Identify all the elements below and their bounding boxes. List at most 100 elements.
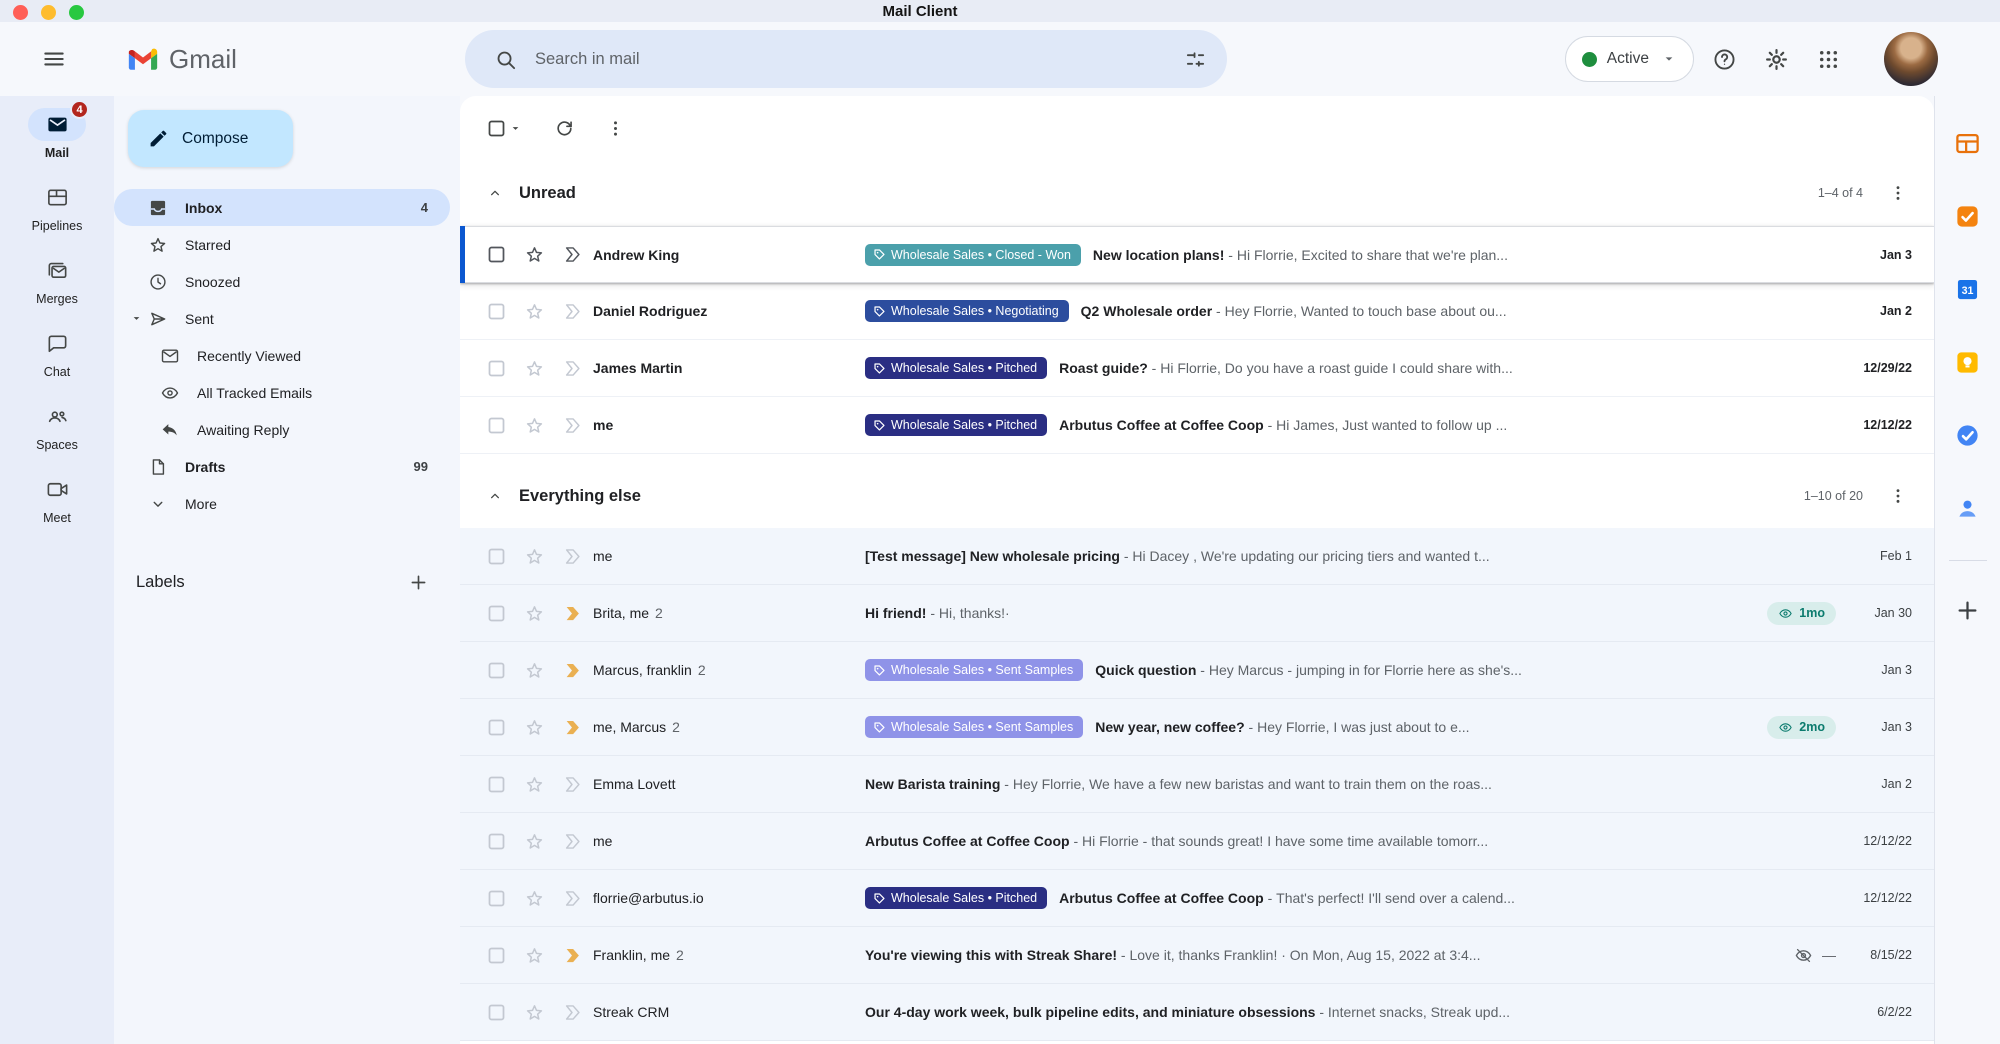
pipeline-stage-badge[interactable]: Wholesale Sales • Closed - Won [865,244,1081,266]
streak-box-icon[interactable] [562,1002,583,1023]
star-icon[interactable] [524,301,545,322]
rail-item-mail[interactable]: 4Mail [28,108,86,160]
sidebar-item-drafts[interactable]: Drafts99 [114,448,450,485]
search-input[interactable] [527,50,1173,69]
streak-box-icon[interactable] [562,774,583,795]
email-row[interactable]: me[Test message] New wholesale pricing -… [460,528,1934,585]
rail-item-merges[interactable]: Merges [28,254,86,306]
email-row[interactable]: Brita, me2Hi friend! - Hi, thanks!·1moJa… [460,585,1934,642]
rail-item-spaces[interactable]: Spaces [28,400,86,452]
row-checkbox[interactable] [486,774,507,795]
row-checkbox[interactable] [486,603,507,624]
pipeline-stage-badge[interactable]: Wholesale Sales • Sent Samples [865,716,1083,738]
collapse-section-icon[interactable] [486,487,504,505]
row-checkbox[interactable] [486,1002,507,1023]
sidebar-item-snoozed[interactable]: Snoozed [114,263,450,300]
help-icon[interactable] [1702,37,1746,81]
rail-item-pipelines[interactable]: Pipelines [28,181,86,233]
email-row[interactable]: Andrew KingWholesale Sales • Closed - Wo… [460,226,1934,283]
email-row[interactable]: Streak CRMOur 4-day work week, bulk pipe… [460,984,1934,1041]
pipeline-stage-badge[interactable]: Wholesale Sales • Pitched [865,887,1047,909]
star-icon[interactable] [524,546,545,567]
sidebar-item-more[interactable]: More [114,485,450,522]
streak-box-icon[interactable] [562,660,583,681]
row-checkbox[interactable] [486,415,507,436]
streak-tasks-icon[interactable] [1947,195,1989,237]
expander-caret-icon[interactable] [124,310,148,327]
keep-icon[interactable] [1947,341,1989,383]
row-checkbox[interactable] [486,244,507,265]
star-icon[interactable] [524,1002,545,1023]
streak-box-icon[interactable] [562,603,583,624]
email-row[interactable]: James MartinWholesale Sales • PitchedRoa… [460,340,1934,397]
row-checkbox[interactable] [486,831,507,852]
select-dropdown-icon[interactable] [507,120,524,137]
streak-pipelines-icon[interactable] [1947,122,1989,164]
streak-box-icon[interactable] [562,546,583,567]
tasks-icon[interactable] [1947,414,1989,456]
user-avatar[interactable] [1884,32,1938,86]
sidebar-item-starred[interactable]: Starred [114,226,450,263]
pipelines-icon[interactable] [28,181,86,214]
section-more-icon[interactable] [1878,183,1918,203]
rail-item-chat[interactable]: Chat [28,327,86,379]
star-icon[interactable] [524,603,545,624]
search-bar[interactable] [465,30,1227,88]
mail-icon[interactable]: 4 [28,108,86,141]
star-icon[interactable] [524,888,545,909]
email-row[interactable]: meArbutus Coffee at Coffee Coop - Hi Flo… [460,813,1934,870]
star-icon[interactable] [524,660,545,681]
row-checkbox[interactable] [486,660,507,681]
star-icon[interactable] [524,244,545,265]
streak-box-icon[interactable] [562,831,583,852]
pipeline-stage-badge[interactable]: Wholesale Sales • Pitched [865,357,1047,379]
pipeline-stage-badge[interactable]: Wholesale Sales • Negotiating [865,300,1069,322]
sidebar-item-recently-viewed[interactable]: Recently Viewed [114,337,450,374]
sidebar-item-awaiting-reply[interactable]: Awaiting Reply [114,411,450,448]
search-icon[interactable] [483,37,527,81]
email-row[interactable]: florrie@arbutus.ioWholesale Sales • Pitc… [460,870,1934,927]
streak-box-icon[interactable] [562,358,583,379]
sidebar-item-sent[interactable]: Sent [114,300,450,337]
apps-grid-icon[interactable] [1806,37,1850,81]
row-checkbox[interactable] [486,945,507,966]
more-options-icon[interactable] [605,118,626,139]
gmail-logo[interactable]: Gmail [126,42,237,76]
streak-box-icon[interactable] [562,415,583,436]
view-tracking-badge[interactable]: 1mo [1767,602,1836,625]
row-checkbox[interactable] [486,888,507,909]
email-row[interactable]: me, Marcus2Wholesale Sales • Sent Sample… [460,699,1934,756]
merges-icon[interactable] [28,254,86,287]
view-tracking-badge[interactable]: 2mo [1767,716,1836,739]
sidebar-item-all-tracked-emails[interactable]: All Tracked Emails [114,374,450,411]
add-panel-icon[interactable] [1947,589,1989,631]
email-row[interactable]: Emma LovettNew Barista training - Hey Fl… [460,756,1934,813]
star-icon[interactable] [524,945,545,966]
streak-box-icon[interactable] [562,301,583,322]
create-label-icon[interactable] [402,566,434,598]
search-filters-icon[interactable] [1173,37,1217,81]
meet-icon[interactable] [28,473,86,506]
email-row[interactable]: meWholesale Sales • PitchedArbutus Coffe… [460,397,1934,454]
spaces-icon[interactable] [28,400,86,433]
sidebar-item-inbox[interactable]: Inbox4 [114,189,450,226]
streak-box-icon[interactable] [562,244,583,265]
rail-item-meet[interactable]: Meet [28,473,86,525]
email-row[interactable]: Daniel RodriguezWholesale Sales • Negoti… [460,283,1934,340]
email-row[interactable]: Marcus, franklin2Wholesale Sales • Sent … [460,642,1934,699]
refresh-icon[interactable] [554,118,575,139]
compose-button[interactable]: Compose [128,110,293,167]
row-checkbox[interactable] [486,717,507,738]
star-icon[interactable] [524,415,545,436]
calendar-icon[interactable]: 31 [1947,268,1989,310]
streak-box-icon[interactable] [562,945,583,966]
chat-icon[interactable] [28,327,86,360]
select-all-checkbox[interactable] [486,118,507,139]
star-icon[interactable] [524,774,545,795]
collapse-section-icon[interactable] [486,184,504,202]
email-row[interactable]: Franklin, me2You're viewing this with St… [460,927,1934,984]
status-dropdown[interactable]: Active [1565,36,1694,82]
streak-box-icon[interactable] [562,888,583,909]
settings-gear-icon[interactable] [1754,37,1798,81]
row-checkbox[interactable] [486,546,507,567]
